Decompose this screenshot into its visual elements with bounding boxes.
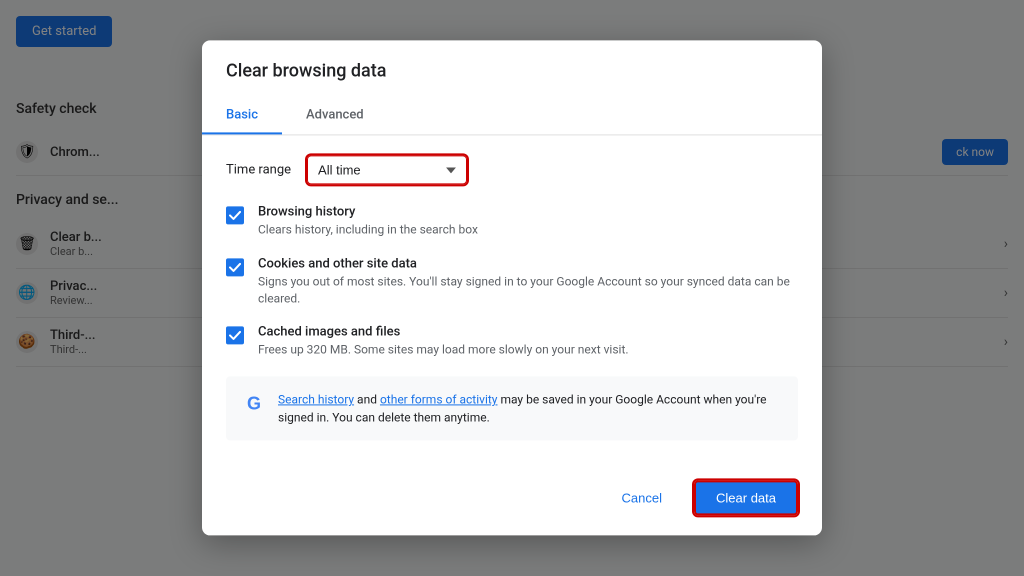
clear-data-button[interactable]: Clear data <box>694 481 798 516</box>
cookies-desc: Signs you out of most sites. You'll stay… <box>258 273 798 307</box>
google-logo-icon: G <box>242 392 266 416</box>
cookies-label: Cookies and other site data <box>258 256 798 271</box>
tab-basic[interactable]: Basic <box>202 97 282 134</box>
other-forms-link[interactable]: other forms of activity <box>380 393 498 407</box>
search-history-link[interactable]: Search history <box>278 393 354 407</box>
google-info-text: Search history and other forms of activi… <box>278 391 782 427</box>
cookies-text: Cookies and other site data Signs you ou… <box>258 256 798 307</box>
browsing-history-text: Browsing history Clears history, includi… <box>258 204 478 238</box>
tab-advanced[interactable]: Advanced <box>282 97 388 134</box>
dialog-tabs: Basic Advanced <box>202 97 822 135</box>
dialog-body: Time range All time Last hour Last 24 ho… <box>202 135 822 480</box>
browsing-history-item: Browsing history Clears history, includi… <box>226 204 798 238</box>
browsing-history-label: Browsing history <box>258 204 478 219</box>
cancel-button[interactable]: Cancel <box>602 483 682 514</box>
google-info-and: and <box>354 393 380 407</box>
time-range-label: Time range <box>226 162 291 177</box>
browsing-history-desc: Clears history, including in the search … <box>258 221 478 238</box>
cached-images-text: Cached images and files Frees up 320 MB.… <box>258 325 629 359</box>
clear-browsing-data-dialog: Clear browsing data Basic Advanced Time … <box>202 40 822 535</box>
cached-images-checkbox[interactable] <box>226 327 244 345</box>
dialog-footer: Cancel Clear data <box>202 481 822 536</box>
cached-images-desc: Frees up 320 MB. Some sites may load mor… <box>258 342 629 359</box>
dialog-title: Clear browsing data <box>202 40 822 81</box>
browsing-history-checkbox[interactable] <box>226 206 244 224</box>
google-g-letter: G <box>247 393 261 414</box>
google-info-box: G Search history and other forms of acti… <box>226 377 798 441</box>
time-range-row: Time range All time Last hour Last 24 ho… <box>226 155 798 184</box>
cached-images-label: Cached images and files <box>258 325 629 340</box>
cookies-checkbox[interactable] <box>226 258 244 276</box>
cookies-item: Cookies and other site data Signs you ou… <box>226 256 798 307</box>
cached-images-item: Cached images and files Frees up 320 MB.… <box>226 325 798 359</box>
time-range-select[interactable]: All time Last hour Last 24 hours Last 7 … <box>307 155 467 184</box>
